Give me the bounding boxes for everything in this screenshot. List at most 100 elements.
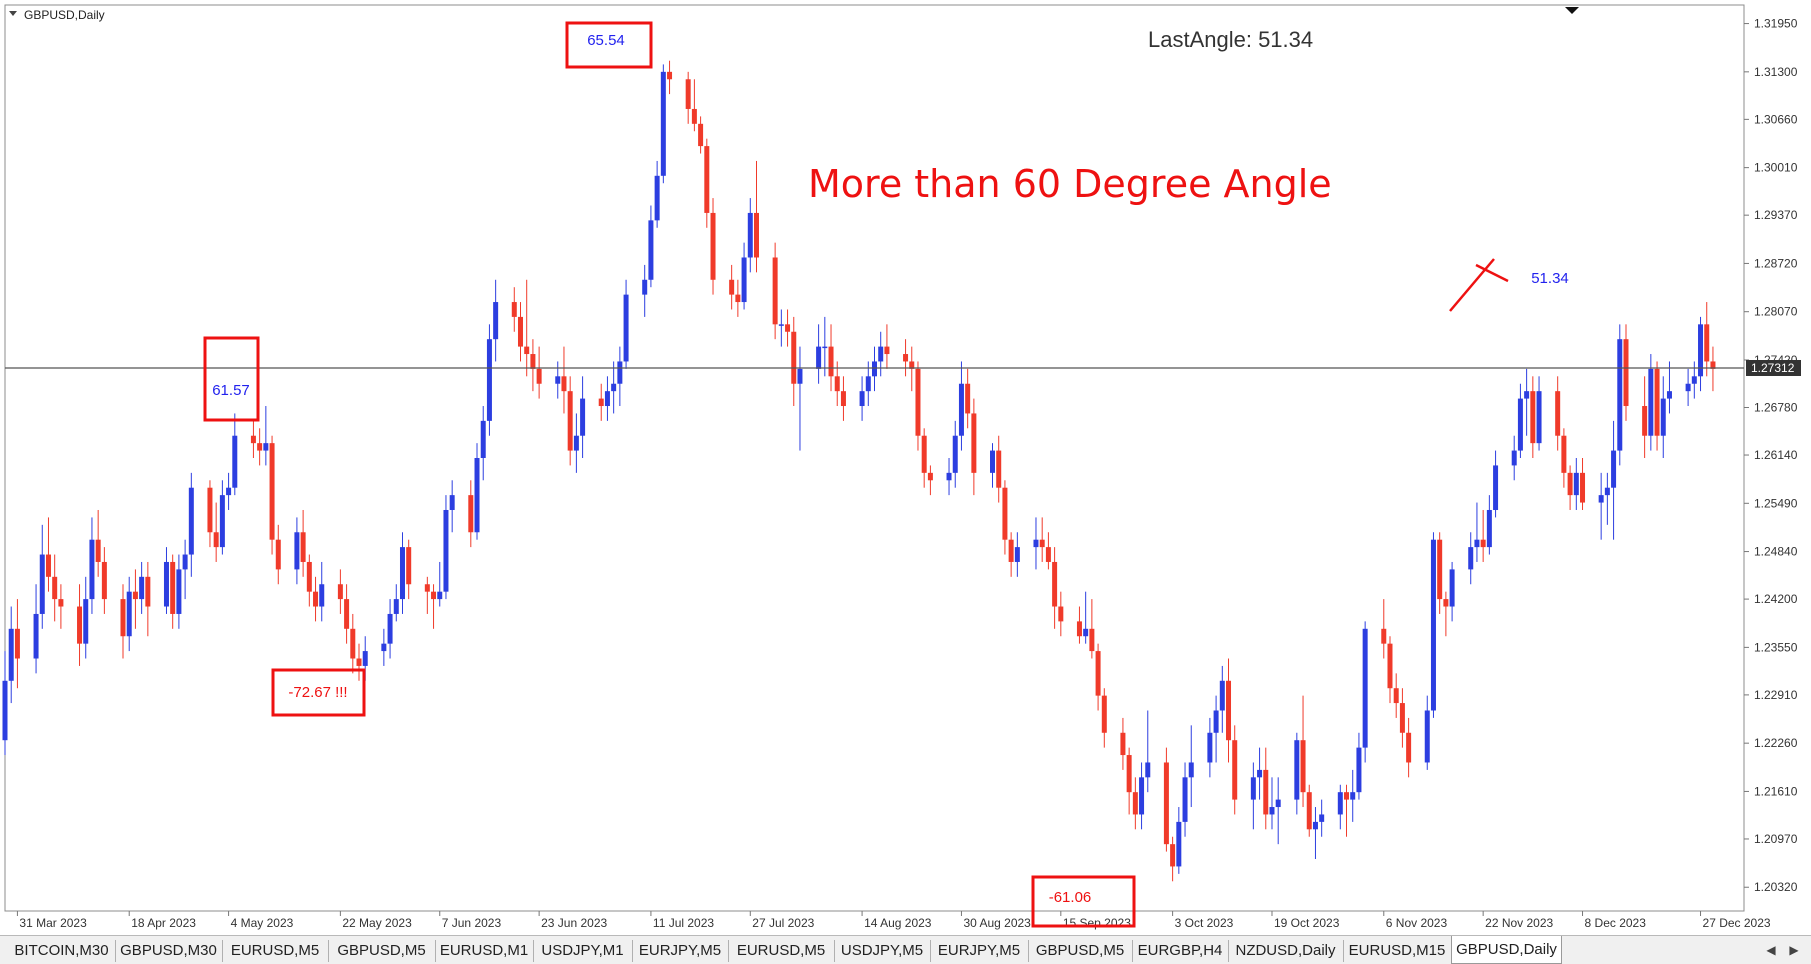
tab-eurusd-m1[interactable]: EURUSD,M1	[435, 940, 534, 962]
candle-body	[83, 599, 89, 644]
tab-eurjpy-m5[interactable]: EURJPY,M5	[930, 940, 1029, 962]
candle-body	[493, 302, 499, 340]
candle-body	[257, 443, 263, 451]
candle-body	[1045, 547, 1051, 562]
candle-body	[362, 651, 368, 666]
price-tick-label: 1.23550	[1754, 640, 1798, 654]
price-tick-label: 1.31950	[1754, 17, 1798, 31]
candle-body	[250, 435, 256, 444]
candle-body	[1306, 792, 1312, 830]
tab-gbpusd-daily[interactable]: GBPUSD,Daily	[1451, 936, 1562, 964]
candle-body	[840, 391, 846, 407]
candle-body	[226, 487, 232, 496]
tab-eurgbp-h4[interactable]: EURGBP,H4	[1132, 940, 1229, 962]
candle-body	[1449, 569, 1455, 607]
candle-body	[350, 628, 356, 659]
candle-body	[381, 643, 387, 652]
candle-body	[580, 398, 586, 436]
price-tick-label: 1.28070	[1754, 305, 1798, 319]
price-chart[interactable]: GBPUSD,Daily LastAngle: 51.34 More than …	[0, 0, 1811, 963]
candle-body	[443, 509, 449, 592]
price-tick-label: 1.22910	[1754, 688, 1798, 702]
tab-eurusd-m15[interactable]: EURUSD,M15	[1343, 940, 1452, 962]
candle-body	[872, 361, 877, 377]
time-tick-label: 19 Oct 2023	[1274, 916, 1340, 930]
tab-usdjpy-m1[interactable]: USDJPY,M1	[533, 940, 633, 962]
tab-gbpusd-m5[interactable]: GBPUSD,M5	[328, 940, 436, 962]
candle-body	[1083, 628, 1089, 637]
tab-eurusd-m5[interactable]: EURUSD,M5	[728, 940, 835, 962]
candle-body	[965, 383, 971, 414]
candle-body	[39, 554, 45, 614]
tab-eurusd-m5[interactable]: EURUSD,M5	[222, 940, 329, 962]
candle-body	[1493, 465, 1499, 510]
candle-body	[1039, 539, 1045, 548]
tab-eurjpy-m5[interactable]: EURJPY,M5	[632, 940, 729, 962]
candle-body	[1132, 792, 1138, 815]
candle-body	[915, 368, 921, 436]
candle-body	[828, 346, 834, 377]
price-axis: 1.31950 1.31300 1.30660 1.30010 1.29370 1.287…	[1744, 17, 1798, 894]
candle-body	[865, 376, 871, 392]
candle-body	[393, 599, 399, 614]
price-tick-label: 1.28720	[1754, 256, 1798, 270]
candle-body	[1387, 643, 1393, 689]
candle-body	[698, 123, 704, 147]
tab-usdjpy-m5[interactable]: USDJPY,M5	[834, 940, 931, 962]
candle-body	[1623, 339, 1629, 407]
candle-body	[213, 532, 219, 548]
candle-body	[958, 383, 964, 436]
tab-scroll-left-icon[interactable]: ◀	[1761, 939, 1781, 961]
candle-body	[1126, 755, 1132, 793]
candle-body	[598, 398, 604, 407]
candle-body	[1573, 472, 1579, 496]
candle-body	[1213, 710, 1219, 733]
candle-body	[1008, 539, 1014, 562]
candle-body	[1312, 821, 1318, 830]
price-tick-label: 1.20320	[1754, 880, 1798, 894]
candle-body	[822, 346, 828, 349]
candle-body	[753, 212, 759, 258]
candle-body	[1598, 495, 1604, 503]
candle-body	[878, 346, 884, 362]
candle-body	[1226, 680, 1232, 741]
candle-body	[1319, 814, 1325, 822]
time-tick-label: 27 Jul 2023	[752, 916, 814, 930]
candle-body	[1468, 547, 1474, 570]
candle-body	[1406, 732, 1412, 763]
candle-body	[710, 212, 716, 280]
candle-body	[263, 443, 269, 451]
candle-body	[1443, 599, 1449, 607]
candle-body	[573, 435, 579, 451]
candle-body	[207, 487, 213, 533]
angle-annotation-value: 51.34	[1531, 270, 1569, 287]
price-tick-label: 1.25490	[1754, 496, 1798, 510]
tab-scroll-right-icon[interactable]: ▶	[1784, 939, 1804, 961]
candle-body	[431, 591, 437, 600]
candle-body	[536, 368, 542, 384]
price-tick-label: 1.24200	[1754, 592, 1798, 606]
tab-nzdusd-daily[interactable]: NZDUSD,Daily	[1228, 940, 1344, 962]
candle-body	[163, 561, 169, 607]
candle-body	[623, 294, 629, 362]
candle-body	[1257, 769, 1263, 778]
candle-body	[1660, 398, 1666, 436]
candle-body	[176, 569, 182, 614]
price-tick-label: 1.26140	[1754, 448, 1798, 462]
candle-body	[1337, 792, 1343, 815]
candle-body	[741, 257, 747, 303]
candle-body	[1530, 391, 1536, 444]
chart-tab-bar: ◀ ▶ BITCOIN,M30 GBPUSD,M30 EURUSD,M5 GBPUSD…	[0, 935, 1811, 964]
tab-gbpusd-m5[interactable]: GBPUSD,M5	[1028, 940, 1133, 962]
candle-body	[145, 576, 151, 607]
price-tick-label: 1.30660	[1754, 112, 1798, 126]
tab-gbpusd-m30[interactable]: GBPUSD,M30	[115, 940, 223, 962]
candle-body	[1642, 406, 1648, 436]
candle-body	[77, 606, 83, 644]
candle-body	[729, 279, 735, 295]
angle-annotation-value: 61.57	[212, 382, 250, 399]
candle-body	[269, 443, 275, 540]
tab-bitcoin-m30[interactable]: BITCOIN,M30	[8, 940, 116, 962]
candle-body	[1232, 740, 1238, 800]
candle-body	[1654, 368, 1660, 436]
